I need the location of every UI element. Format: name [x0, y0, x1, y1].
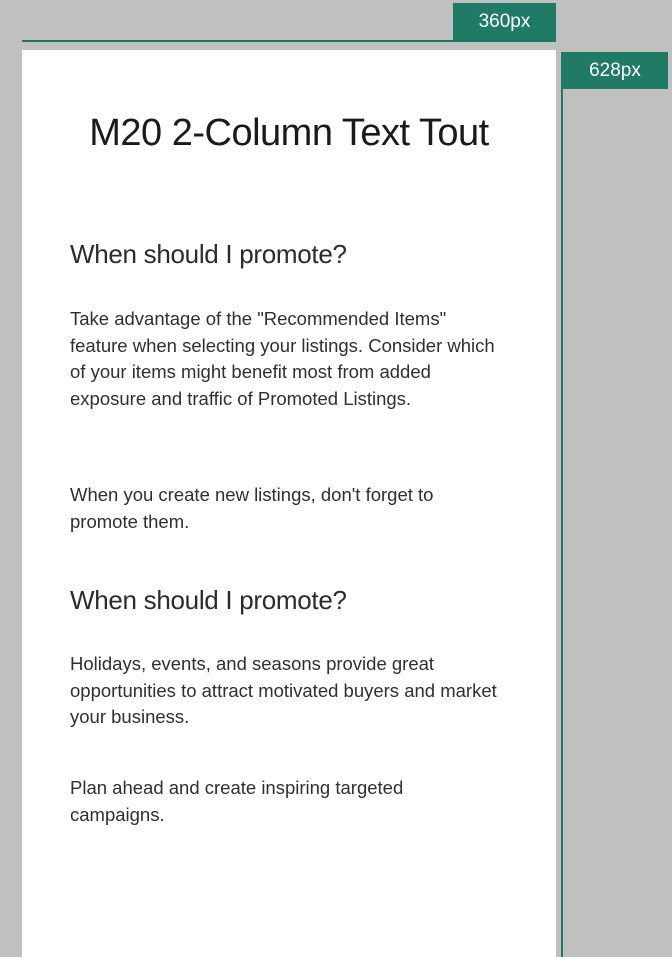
height-measure-badge: 628px	[562, 52, 668, 89]
section-2-paragraph-2: Plan ahead and create inspiring targeted…	[70, 777, 404, 825]
canvas: 360px 628px M20 2-Column Text Tout When …	[0, 0, 672, 957]
section-1-paragraph-2: When you create new listings, don't forg…	[70, 484, 434, 532]
width-measure-badge: 360px	[453, 3, 556, 40]
height-measure-label: 628px	[589, 59, 641, 81]
section-heading-1: When should I promote?	[70, 239, 347, 269]
module-title: M20 2-Column Text Tout	[89, 112, 489, 154]
height-measure-line	[561, 52, 563, 957]
text-tout-card: M20 2-Column Text Tout When should I pro…	[22, 50, 556, 957]
width-measure-label: 360px	[478, 10, 531, 32]
width-measure-line	[22, 40, 556, 42]
section-2-paragraph-1: Holidays, events, and seasons provide gr…	[70, 653, 497, 727]
section-1-paragraph-1: Take advantage of the "Recommended Items…	[70, 308, 495, 409]
section-heading-2: When should I promote?	[70, 585, 347, 615]
